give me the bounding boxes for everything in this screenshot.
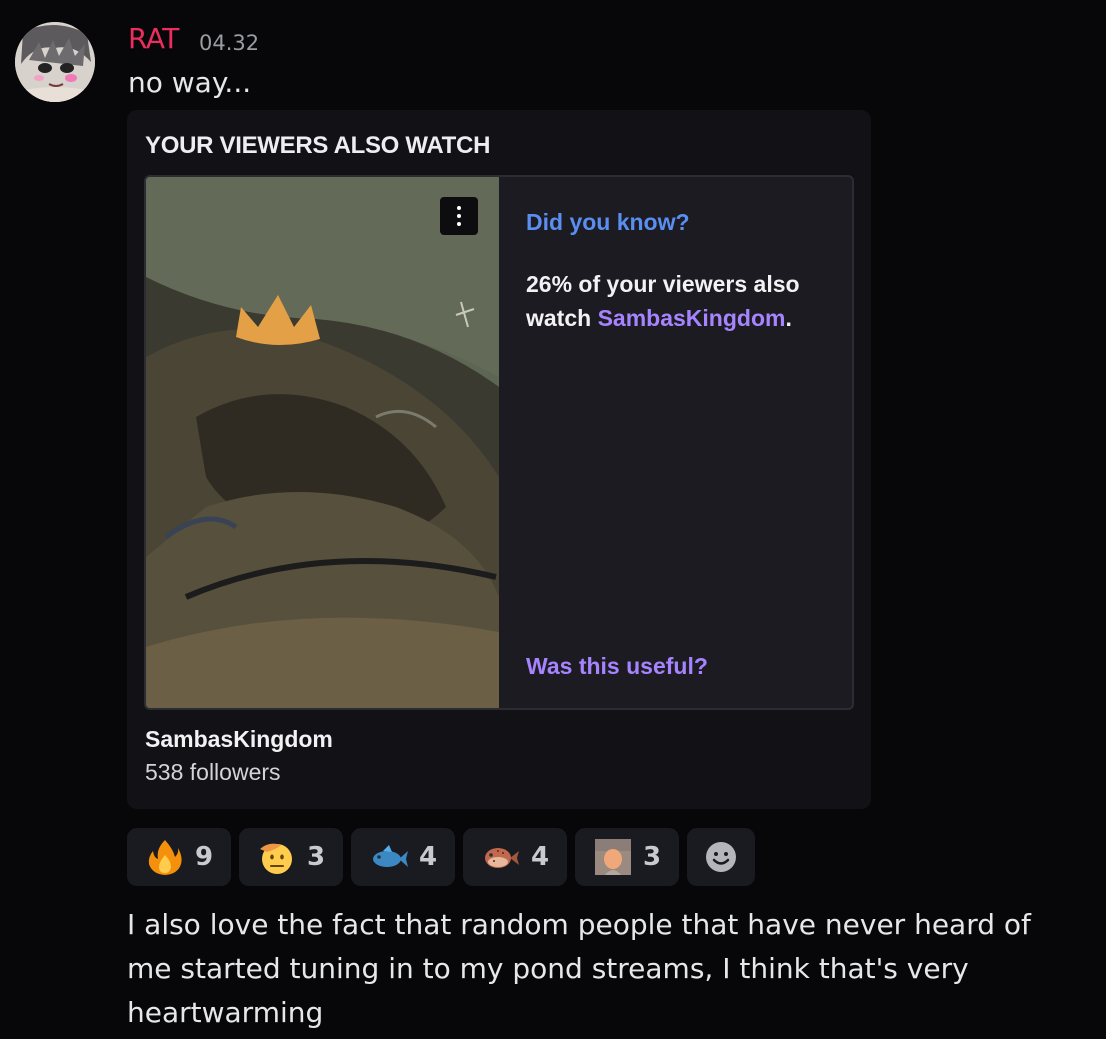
thumbnail-artwork [146, 177, 499, 708]
channel-name: SambasKingdom [145, 726, 333, 752]
reaction-count: 4 [418, 842, 438, 872]
fish-emoji-icon [372, 845, 408, 867]
stat-suffix: . [785, 305, 792, 331]
message-text: no way... [128, 66, 252, 99]
embedded-image[interactable]: YOUR VIEWERS ALSO WATCH Did you know? 26… [127, 110, 871, 809]
recommendation-info: Did you know? 26% of your viewers also w… [499, 177, 852, 708]
fire-emoji-icon [148, 840, 182, 875]
saluting-face-emoji-icon [259, 843, 292, 874]
reaction-count: 3 [642, 842, 662, 872]
reaction-custom[interactable]: 3 [575, 828, 679, 886]
message-timestamp: 04.32 [199, 31, 260, 55]
reaction-count: 9 [194, 842, 214, 872]
reactions-bar: 9 3 4 4 3 [127, 828, 755, 886]
channel-link[interactable]: SambasKingdom [598, 305, 786, 331]
reaction-fire[interactable]: 9 [127, 828, 231, 886]
smiley-add-reaction-icon [706, 842, 736, 872]
custom-emoji-icon [594, 839, 631, 875]
reaction-count: 3 [306, 842, 326, 872]
did-you-know-label: Did you know? [526, 209, 690, 235]
add-reaction-button[interactable] [687, 828, 755, 886]
user-avatar[interactable] [15, 22, 95, 102]
avatar-image [15, 22, 95, 102]
was-this-useful-link[interactable]: Was this useful? [526, 653, 708, 680]
more-options-button[interactable] [440, 197, 478, 235]
followup-message-text: I also love the fact that random people … [127, 908, 1031, 1029]
reaction-count: 4 [530, 842, 550, 872]
channel-thumbnail [146, 177, 499, 708]
recommendation-card: Did you know? 26% of your viewers also w… [144, 175, 854, 710]
reaction-blowfish[interactable]: 4 [463, 828, 567, 886]
username[interactable]: RAT [128, 22, 179, 55]
reaction-fish[interactable]: 4 [351, 828, 455, 886]
follower-count: 538 followers [145, 759, 281, 785]
blowfish-emoji-icon [484, 848, 519, 868]
embed-heading: YOUR VIEWERS ALSO WATCH [145, 132, 491, 159]
viewer-overlap-stat: 26% of your viewers also watch SambasKin… [526, 267, 836, 335]
reaction-salute[interactable]: 3 [239, 828, 343, 886]
